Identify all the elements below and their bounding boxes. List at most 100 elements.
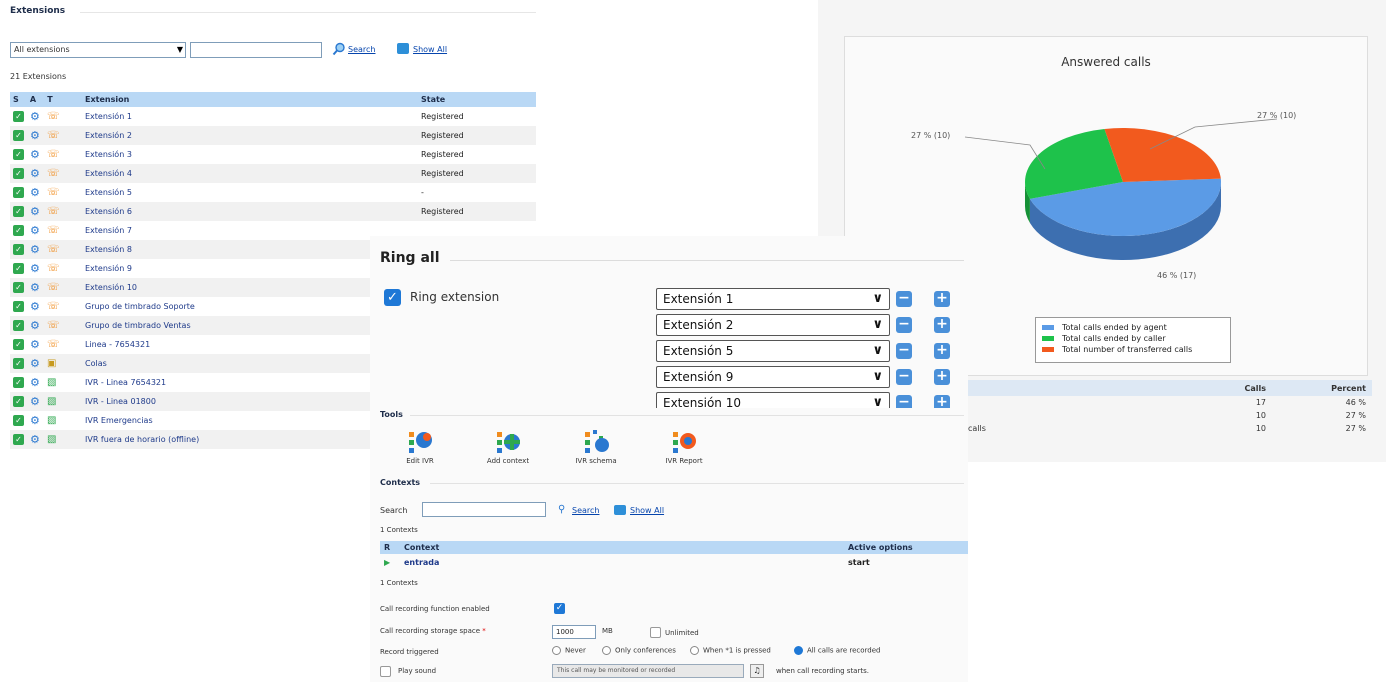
search-link[interactable]: Search [572, 506, 599, 515]
audio-file-icon[interactable]: ♫ [750, 664, 764, 678]
gear-icon[interactable]: ⚙ [30, 396, 41, 407]
ring-extension-select[interactable]: Extensión 1 ∨ [656, 288, 890, 310]
extension-name-link[interactable]: Extensión 8 [82, 240, 418, 259]
extension-name-link[interactable]: Extensión 6 [82, 202, 418, 221]
search-icon[interactable]: ⚲ [558, 504, 565, 515]
gear-icon[interactable]: ⚙ [30, 263, 41, 274]
add-extension-button[interactable]: + [934, 369, 950, 385]
contexts-search-input[interactable] [422, 502, 546, 517]
record-triggered-label: Record triggered [380, 648, 439, 656]
unlimited-checkbox[interactable] [650, 627, 661, 638]
extension-name-link[interactable]: Grupo de timbrado Ventas [82, 316, 418, 335]
gear-icon[interactable]: ⚙ [30, 149, 41, 160]
ring-extension-select[interactable]: Extensión 10 ∨ [656, 392, 890, 408]
radio-button[interactable] [690, 646, 699, 655]
search-icon[interactable] [332, 42, 346, 56]
ring-extension-select[interactable]: Extensión 5 ∨ [656, 340, 890, 362]
header-state[interactable]: State [418, 92, 536, 107]
ring-extension-checkbox[interactable]: ✓ [384, 289, 401, 306]
header-active-options[interactable]: Active options [844, 541, 968, 554]
play-message-input[interactable]: This call may be monitored or recorded [552, 664, 744, 678]
table-row[interactable]: ✓ ⚙ ☏ Extensión 2 Registered [10, 126, 536, 145]
extension-name-link[interactable]: Extensión 2 [82, 126, 418, 145]
remove-extension-button[interactable]: − [896, 343, 912, 359]
ivr-schema-button[interactable]: IVR schema [566, 428, 626, 465]
remove-extension-button[interactable]: − [896, 317, 912, 333]
table-row[interactable]: ✓ ⚙ ☏ Extensión 1 Registered [10, 107, 536, 126]
extension-filter-select[interactable]: All extensions ▼ [10, 42, 186, 58]
radio-only-conferences[interactable]: Only conferences [602, 646, 676, 655]
calls-table: Calls Percent 17 46 % 10 27 % calls 10 2… [968, 380, 1372, 435]
extension-name-link[interactable]: Grupo de timbrado Soporte [82, 297, 418, 316]
extension-name-link[interactable]: Extensión 1 [82, 107, 418, 126]
table-row[interactable]: ✓ ⚙ ☏ Extensión 5- [10, 183, 536, 202]
select-value: Extensión 5 [663, 344, 734, 358]
radio-label: All calls are recorded [807, 646, 881, 655]
extension-name-link[interactable]: Linea - 7654321 [82, 335, 418, 354]
gear-icon[interactable]: ⚙ [30, 111, 41, 122]
show-all-icon[interactable] [397, 43, 409, 54]
gear-icon[interactable]: ⚙ [30, 320, 41, 331]
add-extension-button[interactable]: + [934, 317, 950, 333]
search-link[interactable]: Search [348, 45, 375, 54]
context-link[interactable]: entrada [400, 554, 844, 570]
row-icons: ✓ ⚙ ☏ [10, 278, 82, 297]
row-calls: 10 [1255, 411, 1266, 420]
gear-icon[interactable]: ⚙ [30, 415, 41, 426]
extension-name-link[interactable]: Extensión 9 [82, 259, 418, 278]
radio-never[interactable]: Never [552, 646, 586, 655]
table-row[interactable]: ✓ ⚙ ☏ Extensión 6 Registered [10, 202, 536, 221]
gear-icon[interactable]: ⚙ [30, 377, 41, 388]
play-sound-checkbox[interactable] [380, 666, 391, 677]
gear-icon[interactable]: ⚙ [30, 358, 41, 369]
storage-space-input[interactable]: 1000 [552, 625, 596, 639]
extension-name-link[interactable]: IVR - Linea 01800 [82, 392, 418, 411]
remove-extension-button[interactable]: − [896, 395, 912, 408]
extension-name-link[interactable]: IVR - Linea 7654321 [82, 373, 418, 392]
gear-icon[interactable]: ⚙ [30, 301, 41, 312]
gear-icon[interactable]: ⚙ [30, 282, 41, 293]
table-row[interactable]: ✓ ⚙ ☏ Extensión 3 Registered [10, 145, 536, 164]
ivr-report-button[interactable]: IVR Report [654, 428, 714, 465]
show-all-icon[interactable] [614, 505, 626, 515]
extension-name-link[interactable]: Extensión 3 [82, 145, 418, 164]
gear-icon[interactable]: ⚙ [30, 187, 41, 198]
radio-button[interactable] [552, 646, 561, 655]
show-all-link[interactable]: Show All [630, 506, 664, 515]
radio-button[interactable] [602, 646, 611, 655]
add-extension-button[interactable]: + [934, 395, 950, 408]
remove-extension-button[interactable]: − [896, 369, 912, 385]
add-context-button[interactable]: Add context [478, 428, 538, 465]
header-extension[interactable]: Extension [82, 92, 418, 107]
extension-name-link[interactable]: Extensión 10 [82, 278, 418, 297]
radio-all-calls[interactable]: All calls are recorded [794, 646, 880, 655]
add-extension-button[interactable]: + [934, 291, 950, 307]
recording-enabled-checkbox[interactable]: ✓ [554, 603, 565, 614]
table-row[interactable]: ✓ ⚙ ☏ Extensión 4 Registered [10, 164, 536, 183]
gear-icon[interactable]: ⚙ [30, 434, 41, 445]
gear-icon[interactable]: ⚙ [30, 244, 41, 255]
ring-extension-select[interactable]: Extensión 9 ∨ [656, 366, 890, 388]
show-all-link[interactable]: Show All [413, 45, 447, 54]
edit-ivr-button[interactable]: Edit IVR [390, 428, 450, 465]
gear-icon[interactable]: ⚙ [30, 168, 41, 179]
gear-icon[interactable]: ⚙ [30, 206, 41, 217]
phone-icon: ☏ [47, 206, 60, 217]
add-extension-button[interactable]: + [934, 343, 950, 359]
ring-extension-select[interactable]: Extensión 2 ∨ [656, 314, 890, 336]
extension-name-link[interactable]: IVR Emergencias [82, 411, 418, 430]
radio-button-selected[interactable] [794, 646, 803, 655]
contexts-table: R Context Active options ▶ entrada start [380, 541, 968, 570]
header-context[interactable]: Context [400, 541, 844, 554]
gear-icon[interactable]: ⚙ [30, 339, 41, 350]
gear-icon[interactable]: ⚙ [30, 225, 41, 236]
extension-name-link[interactable]: Extensión 5 [82, 183, 418, 202]
extension-name-link[interactable]: Colas [82, 354, 418, 373]
gear-icon[interactable]: ⚙ [30, 130, 41, 141]
extension-search-input[interactable] [190, 42, 322, 58]
remove-extension-button[interactable]: − [896, 291, 912, 307]
extension-name-link[interactable]: IVR fuera de horario (offline) [82, 430, 418, 449]
extension-name-link[interactable]: Extensión 4 [82, 164, 418, 183]
radio-when-pressed[interactable]: When *1 is pressed [690, 646, 771, 655]
extension-name-link[interactable]: Extensión 7 [82, 221, 418, 240]
